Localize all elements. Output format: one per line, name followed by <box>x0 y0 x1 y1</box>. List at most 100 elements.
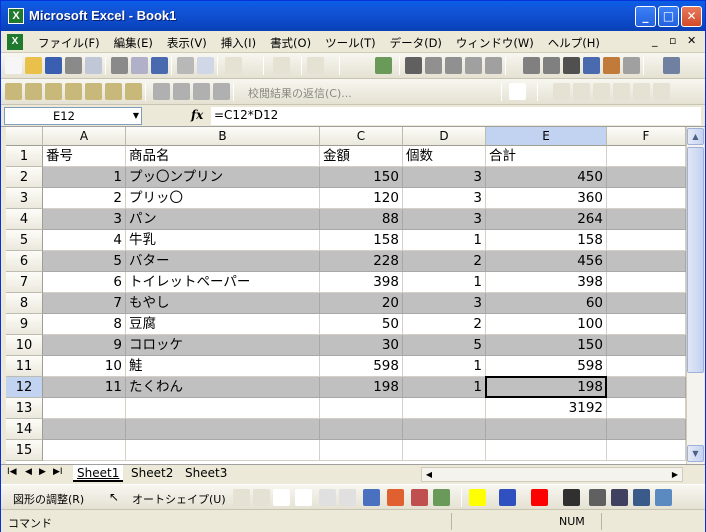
autoshape-menu[interactable]: オートシェイプ(U) <box>132 491 226 507</box>
cell-d14[interactable] <box>403 419 486 440</box>
cell-e9[interactable]: 100 <box>486 314 607 335</box>
cell-a9[interactable]: 8 <box>43 314 126 335</box>
cell-f3[interactable] <box>607 188 686 209</box>
cell-e7[interactable]: 398 <box>486 272 607 293</box>
mdi-close-icon[interactable]: ✕ <box>687 34 696 47</box>
cell-a12[interactable]: 11 <box>43 377 126 398</box>
cell-b7[interactable]: トイレットペーパー <box>126 272 320 293</box>
cell-a8[interactable]: 7 <box>43 293 126 314</box>
cell-b9[interactable]: 豆腐 <box>126 314 320 335</box>
cell-e13[interactable]: 3192 <box>486 398 607 419</box>
menu-item[interactable]: 表示(V) <box>160 35 214 51</box>
first-sheet-icon[interactable]: I◀ <box>7 467 17 477</box>
dash-style-icon[interactable] <box>589 489 606 506</box>
sheet-tab[interactable]: Sheet1 <box>73 465 124 482</box>
cell-a14[interactable] <box>43 419 126 440</box>
cell-e1[interactable]: 合計 <box>486 146 607 167</box>
shared-icon[interactable] <box>173 83 190 100</box>
cell-c14[interactable] <box>320 419 403 440</box>
review-icon-3[interactable] <box>45 83 62 100</box>
row-header[interactable]: 1 <box>6 146 43 167</box>
more-brightness-icon[interactable] <box>465 57 482 74</box>
cell-d7[interactable]: 1 <box>403 272 486 293</box>
cell-c12[interactable]: 198 <box>320 377 403 398</box>
cell-b15[interactable] <box>126 440 320 461</box>
wordart-icon[interactable] <box>363 489 380 506</box>
format-picture-icon[interactable] <box>603 57 620 74</box>
sheet-tab[interactable]: Sheet3 <box>181 465 231 482</box>
cell-f1[interactable] <box>607 146 686 167</box>
line-draw-icon[interactable] <box>553 83 570 100</box>
cell-d8[interactable]: 3 <box>403 293 486 314</box>
cell-f6[interactable] <box>607 251 686 272</box>
last-sheet-icon[interactable]: ▶I <box>53 467 63 477</box>
oval-tool-icon[interactable] <box>295 489 312 506</box>
draw-adjust-menu[interactable]: 図形の調整(R) <box>13 491 84 507</box>
row-header[interactable]: 3 <box>6 188 43 209</box>
open-folder-icon[interactable] <box>25 57 42 74</box>
scroll-left-icon[interactable]: ◀ <box>422 468 436 481</box>
insert-picture-icon[interactable] <box>433 489 450 506</box>
review-icon-6[interactable] <box>105 83 122 100</box>
excel-icon[interactable]: X <box>8 8 24 24</box>
cell-a2[interactable]: 1 <box>43 167 126 188</box>
cell-e10[interactable]: 150 <box>486 335 607 356</box>
scroll-right-icon[interactable]: ▶ <box>668 468 682 481</box>
prev-sheet-icon[interactable]: ◀ <box>25 467 32 477</box>
name-box[interactable]: E12 ▼ <box>4 107 142 125</box>
cell-c5[interactable]: 158 <box>320 230 403 251</box>
worksheet-grid[interactable]: A B C D E F 1 番号 商品名 金額 個数 合計 2 1 プッ〇ンプリン 150 3 450 3 2 プリッ〇… <box>6 127 686 464</box>
row-header[interactable]: 6 <box>6 251 43 272</box>
save-icon[interactable] <box>45 57 62 74</box>
cut-icon[interactable] <box>177 57 194 74</box>
review-icon-5[interactable] <box>85 83 102 100</box>
cell-c6[interactable]: 228 <box>320 251 403 272</box>
cell-f11[interactable] <box>607 356 686 377</box>
menu-item[interactable]: ファイル(F) <box>31 35 107 51</box>
row-header[interactable]: 8 <box>6 293 43 314</box>
line-style-icon[interactable] <box>563 57 580 74</box>
cell-b11[interactable]: 鮭 <box>126 356 320 377</box>
cell-b1[interactable]: 商品名 <box>126 146 320 167</box>
cell-a10[interactable]: 9 <box>43 335 126 356</box>
menu-item[interactable]: 書式(O) <box>263 35 318 51</box>
cell-a7[interactable]: 6 <box>43 272 126 293</box>
rectangle-tool-icon[interactable] <box>273 489 290 506</box>
compress-icon[interactable] <box>583 57 600 74</box>
menu-item[interactable]: ツール(T) <box>318 35 383 51</box>
cell-d1[interactable]: 個数 <box>403 146 486 167</box>
line-color-icon[interactable] <box>499 489 516 506</box>
row-header[interactable]: 7 <box>6 272 43 293</box>
column-header-d[interactable]: D <box>403 127 486 146</box>
row-header[interactable]: 15 <box>6 440 43 461</box>
cell-d15[interactable] <box>403 440 486 461</box>
cell-d5[interactable]: 1 <box>403 230 486 251</box>
reply-icon[interactable] <box>213 83 230 100</box>
row-header[interactable]: 14 <box>6 419 43 440</box>
double-arrow-icon[interactable] <box>593 83 610 100</box>
review-icon-4[interactable] <box>65 83 82 100</box>
cell-a6[interactable]: 5 <box>43 251 126 272</box>
cell-d4[interactable]: 3 <box>403 209 486 230</box>
cell-b4[interactable]: パン <box>126 209 320 230</box>
cell-b10[interactable]: コロッケ <box>126 335 320 356</box>
workbook-icon[interactable]: X <box>7 34 23 50</box>
select-pointer-icon[interactable]: ↖ <box>109 490 119 504</box>
line-tool-icon[interactable] <box>233 489 250 506</box>
cell-b3[interactable]: プリッ〇 <box>126 188 320 209</box>
row-header[interactable]: 4 <box>6 209 43 230</box>
less-brightness-icon[interactable] <box>485 57 502 74</box>
textbox-tool-icon[interactable] <box>319 489 336 506</box>
cell-f15[interactable] <box>607 440 686 461</box>
row-header[interactable]: 12 <box>6 377 43 398</box>
vertical-scrollbar[interactable]: ▲ ▼ <box>686 127 704 464</box>
cell-b8[interactable]: もやし <box>126 293 320 314</box>
next-sheet-icon[interactable]: ▶ <box>39 467 46 477</box>
cell-b5[interactable]: 牛乳 <box>126 230 320 251</box>
cell-e12[interactable]: 198 <box>486 377 607 398</box>
close-button[interactable]: ✕ <box>681 6 702 27</box>
cell-c3[interactable]: 120 <box>320 188 403 209</box>
horizontal-scrollbar[interactable]: ◀ ▶ <box>421 467 683 482</box>
picture-icon[interactable] <box>375 57 392 74</box>
row-header[interactable]: 2 <box>6 167 43 188</box>
